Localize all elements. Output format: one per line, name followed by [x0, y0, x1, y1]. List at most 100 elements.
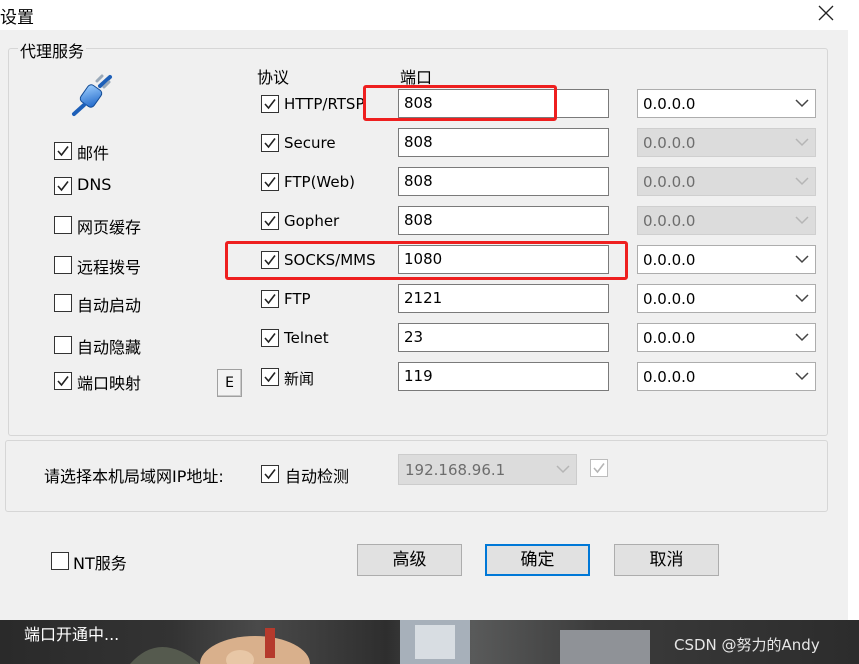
lan-ip-extra-checkbox[interactable]: [590, 459, 608, 477]
title-bar: 设置: [0, 0, 859, 30]
auto-detect-label: 自动检测: [285, 467, 350, 486]
chevron-down-icon: [556, 465, 570, 474]
checkmark-icon: [264, 294, 276, 305]
bind-ip-select[interactable]: 0.0.0.0: [637, 245, 816, 274]
bind-ip-value: 0.0.0.0: [643, 173, 696, 191]
lan-ip-select[interactable]: 192.168.96.1: [398, 454, 577, 485]
checkmark-icon: [593, 463, 605, 474]
window-right-edge: [848, 30, 859, 620]
service-checkbox[interactable]: [54, 372, 72, 390]
service-label: 自动启动: [77, 296, 142, 315]
network-plug-icon: [72, 74, 112, 116]
bind-ip-select[interactable]: 0.0.0.0: [637, 323, 816, 352]
protocol-checkbox[interactable]: [261, 134, 279, 152]
chevron-down-icon: [795, 372, 809, 381]
close-icon: [818, 5, 834, 21]
checkmark-icon: [264, 99, 276, 110]
checkmark-icon: [57, 181, 69, 192]
bind-ip-value: 0.0.0.0: [643, 368, 696, 386]
protocol-column-header: 协议: [257, 68, 290, 87]
service-label: 远程拨号: [77, 258, 142, 277]
auto-detect-checkbox[interactable]: [261, 465, 279, 483]
checkmark-icon: [264, 333, 276, 344]
bind-ip-select[interactable]: 0.0.0.0: [637, 89, 816, 118]
port-value: 23: [404, 328, 424, 346]
chevron-down-icon: [795, 294, 809, 303]
protocol-label: FTP: [284, 290, 311, 308]
chevron-down-icon: [795, 138, 809, 147]
service-checkbox[interactable]: [54, 142, 72, 160]
bind-ip-select[interactable]: 0.0.0.0: [637, 128, 816, 157]
bind-ip-select[interactable]: 0.0.0.0: [637, 284, 816, 313]
highlight-box-socks: [225, 241, 628, 280]
background-strip: 端口开通中... CSDN @努力的Andy: [0, 620, 859, 664]
protocol-checkbox[interactable]: [261, 290, 279, 308]
service-label: 网页缓存: [77, 218, 142, 237]
protocol-label: 新闻: [284, 370, 315, 388]
port-input[interactable]: 808: [398, 206, 609, 235]
checkmark-icon: [264, 216, 276, 227]
chevron-down-icon: [795, 177, 809, 186]
port-value: 2121: [404, 289, 443, 307]
service-checkbox[interactable]: [54, 177, 72, 195]
port-input[interactable]: 808: [398, 167, 609, 196]
protocol-label: HTTP/RTSP: [284, 95, 365, 113]
lan-ip-value: 192.168.96.1: [405, 461, 506, 479]
watermark: CSDN @努力的Andy: [674, 636, 820, 654]
checkmark-icon: [264, 469, 276, 480]
chevron-down-icon: [795, 216, 809, 225]
settings-window: 设置 代理服务 邮件 DNS 网页缓存 远程拨号 自动启动 自动隐藏 端口映射 协议 端口 …: [0, 0, 859, 620]
service-checkbox[interactable]: [54, 336, 72, 354]
proxy-group-title: 代理服务: [18, 38, 87, 62]
protocol-checkbox[interactable]: [261, 173, 279, 191]
checkmark-icon: [264, 138, 276, 149]
chevron-down-icon: [795, 255, 809, 264]
highlight-box-http: [363, 85, 557, 121]
nt-service-checkbox[interactable]: [51, 552, 69, 570]
bind-ip-value: 0.0.0.0: [643, 95, 696, 113]
port-value: 808: [404, 133, 433, 151]
protocol-label: FTP(Web): [284, 173, 355, 191]
bind-ip-value: 0.0.0.0: [643, 212, 696, 230]
bind-ip-value: 0.0.0.0: [643, 134, 696, 152]
ok-button[interactable]: 确定: [485, 544, 590, 576]
checkmark-icon: [264, 372, 276, 383]
protocol-checkbox[interactable]: [261, 212, 279, 230]
bind-ip-value: 0.0.0.0: [643, 329, 696, 347]
port-input[interactable]: 23: [398, 323, 609, 352]
checkmark-icon: [57, 376, 69, 387]
cancel-button[interactable]: 取消: [614, 544, 719, 576]
protocol-label: Gopher: [284, 212, 340, 230]
close-button[interactable]: [812, 2, 840, 26]
checkmark-icon: [264, 177, 276, 188]
protocol-label: Secure: [284, 134, 336, 152]
port-map-edit-button[interactable]: E: [217, 369, 242, 397]
service-checkbox[interactable]: [54, 216, 72, 234]
protocol-checkbox[interactable]: [261, 368, 279, 386]
bind-ip-select[interactable]: 0.0.0.0: [637, 206, 816, 235]
window-title: 设置: [0, 8, 34, 28]
protocol-label: Telnet: [284, 329, 329, 347]
service-label: 自动隐藏: [77, 338, 142, 357]
port-value: 119: [404, 367, 433, 385]
chevron-down-icon: [795, 333, 809, 342]
port-value: 808: [404, 211, 433, 229]
bind-ip-select[interactable]: 0.0.0.0: [637, 362, 816, 391]
protocol-checkbox[interactable]: [261, 95, 279, 113]
port-input[interactable]: 119: [398, 362, 609, 391]
port-value: 808: [404, 172, 433, 190]
nt-service-label: NT服务: [73, 554, 127, 573]
service-checkbox[interactable]: [54, 294, 72, 312]
port-input[interactable]: 2121: [398, 284, 609, 313]
advanced-button[interactable]: 高级: [357, 544, 462, 576]
service-checkbox[interactable]: [54, 256, 72, 274]
lan-ip-label: 请选择本机局域网IP地址:: [44, 467, 224, 486]
protocol-checkbox[interactable]: [261, 329, 279, 347]
bind-ip-select[interactable]: 0.0.0.0: [637, 167, 816, 196]
port-input[interactable]: 808: [398, 128, 609, 157]
service-label: 端口映射: [77, 374, 142, 393]
bind-ip-value: 0.0.0.0: [643, 290, 696, 308]
service-label: 邮件: [77, 144, 110, 163]
bind-ip-value: 0.0.0.0: [643, 251, 696, 269]
chevron-down-icon: [795, 99, 809, 108]
